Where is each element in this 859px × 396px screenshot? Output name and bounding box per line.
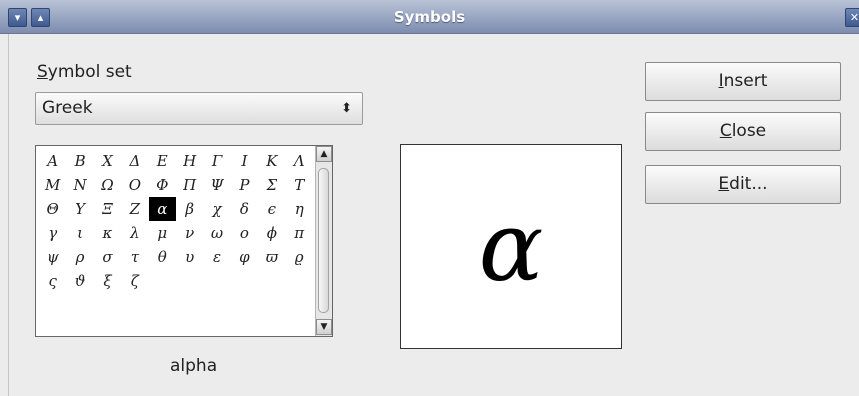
symbol-cell[interactable]: Δ (121, 149, 148, 173)
scroll-down-button[interactable]: ▼ (316, 319, 332, 335)
symbol-cell[interactable]: ϖ (258, 245, 285, 269)
symbol-cell[interactable]: Λ (286, 149, 313, 173)
symbol-cell[interactable]: υ (176, 245, 203, 269)
symbol-set-label-mnemonic: S (37, 62, 48, 82)
symbol-cell[interactable]: Η (176, 149, 203, 173)
symbol-grid[interactable]: ΑΒΧΔΕΗΓΙΚΛ ΜΝΩΟΦΠΨΡΣΤ ΘΥΞΖαβχδϵη γικλμνωοϕπ… (35, 145, 333, 337)
symbol-cell[interactable]: ν (176, 221, 203, 245)
symbol-cell[interactable]: ζ (121, 269, 148, 293)
window-title: Symbols (393, 8, 466, 26)
symbol-cell[interactable]: Ξ (94, 197, 121, 221)
symbol-cell[interactable]: ϱ (286, 245, 313, 269)
symbol-cell[interactable]: Ζ (121, 197, 148, 221)
symbol-cell[interactable]: χ (203, 197, 230, 221)
symbol-cell[interactable]: μ (149, 221, 176, 245)
symbol-cell[interactable]: Ω (94, 173, 121, 197)
scroll-thumb[interactable] (318, 168, 329, 313)
symbol-set-value: Greek (42, 98, 93, 118)
symbol-cell[interactable]: φ (231, 245, 258, 269)
arrow-down-icon: ▼ (320, 322, 328, 332)
symbol-cell[interactable]: Θ (39, 197, 66, 221)
selected-symbol-name: alpha (170, 356, 218, 376)
symbol-cell[interactable]: ξ (94, 269, 121, 293)
symbol-cell[interactable]: ι (66, 221, 93, 245)
symbol-set-label-text: ymbol set (47, 62, 132, 82)
symbol-cell[interactable]: Γ (203, 149, 230, 173)
title-bar: ▾ ▴ Symbols ✕ (0, 0, 859, 34)
symbol-grid-cells: ΑΒΧΔΕΗΓΙΚΛ ΜΝΩΟΦΠΨΡΣΤ ΘΥΞΖαβχδϵη γικλμνωοϕπ… (39, 149, 313, 293)
symbol-cell[interactable]: Ν (66, 173, 93, 197)
symbol-cell[interactable]: Σ (258, 173, 285, 197)
symbol-cell[interactable]: ψ (39, 245, 66, 269)
symbol-cell[interactable]: ς (39, 269, 66, 293)
symbol-cell[interactable]: κ (94, 221, 121, 245)
updown-arrow-icon: ⬍ (341, 101, 352, 116)
symbol-cell[interactable]: ρ (66, 245, 93, 269)
arrow-up-icon: ▲ (320, 149, 328, 159)
edit-button[interactable]: Edit... (645, 165, 841, 204)
close-icon: ✕ (849, 11, 859, 24)
symbol-cell[interactable]: Υ (66, 197, 93, 221)
symbol-grid-scrollbar[interactable]: ▲ ▼ (315, 146, 332, 336)
symbol-cell[interactable]: θ (149, 245, 176, 269)
symbol-cell[interactable]: σ (94, 245, 121, 269)
insert-button-label: Insert (718, 71, 768, 91)
symbol-cell[interactable]: Ρ (231, 173, 258, 197)
symbol-cell[interactable]: α (148, 197, 176, 221)
symbol-cell[interactable]: β (176, 197, 203, 221)
symbol-cell[interactable]: Β (66, 149, 93, 173)
symbol-cell[interactable]: ο (231, 221, 258, 245)
symbol-cell[interactable]: δ (231, 197, 258, 221)
symbol-cell[interactable]: Ι (231, 149, 258, 173)
symbol-cell[interactable]: Κ (258, 149, 285, 173)
symbol-cell[interactable]: π (286, 221, 313, 245)
symbol-cell[interactable]: Φ (149, 173, 176, 197)
window-close-button[interactable]: ✕ (845, 8, 859, 27)
insert-button[interactable]: Insert (645, 62, 841, 101)
symbol-cell[interactable]: Ψ (203, 173, 230, 197)
symbol-cell[interactable]: γ (39, 221, 66, 245)
symbol-cell[interactable]: Ε (149, 149, 176, 173)
symbol-cell[interactable]: η (286, 197, 313, 221)
close-button[interactable]: Close (645, 112, 841, 151)
symbol-cell[interactable]: ε (203, 245, 230, 269)
symbol-cell[interactable]: ω (203, 221, 230, 245)
symbol-cell[interactable]: Μ (39, 173, 66, 197)
close-button-label: Close (719, 121, 767, 141)
symbol-set-label: Symbol set (37, 62, 132, 82)
symbol-cell[interactable]: Α (39, 149, 66, 173)
symbol-cell[interactable]: ϑ (66, 269, 93, 293)
edit-button-label: Edit... (718, 174, 768, 194)
symbol-cell[interactable]: Π (176, 173, 203, 197)
symbol-cell[interactable]: Χ (94, 149, 121, 173)
symbol-cell[interactable]: ϵ (258, 197, 285, 221)
symbol-cell[interactable]: Τ (286, 173, 313, 197)
symbol-preview: α (400, 144, 622, 349)
preview-character: α (478, 191, 544, 303)
scroll-up-button[interactable]: ▲ (316, 146, 332, 162)
symbol-cell[interactable]: Ο (121, 173, 148, 197)
symbol-cell[interactable]: λ (121, 221, 148, 245)
symbol-cell[interactable]: ϕ (258, 221, 285, 245)
symbol-cell[interactable]: τ (121, 245, 148, 269)
symbol-set-select[interactable]: Greek ⬍ (35, 92, 363, 125)
